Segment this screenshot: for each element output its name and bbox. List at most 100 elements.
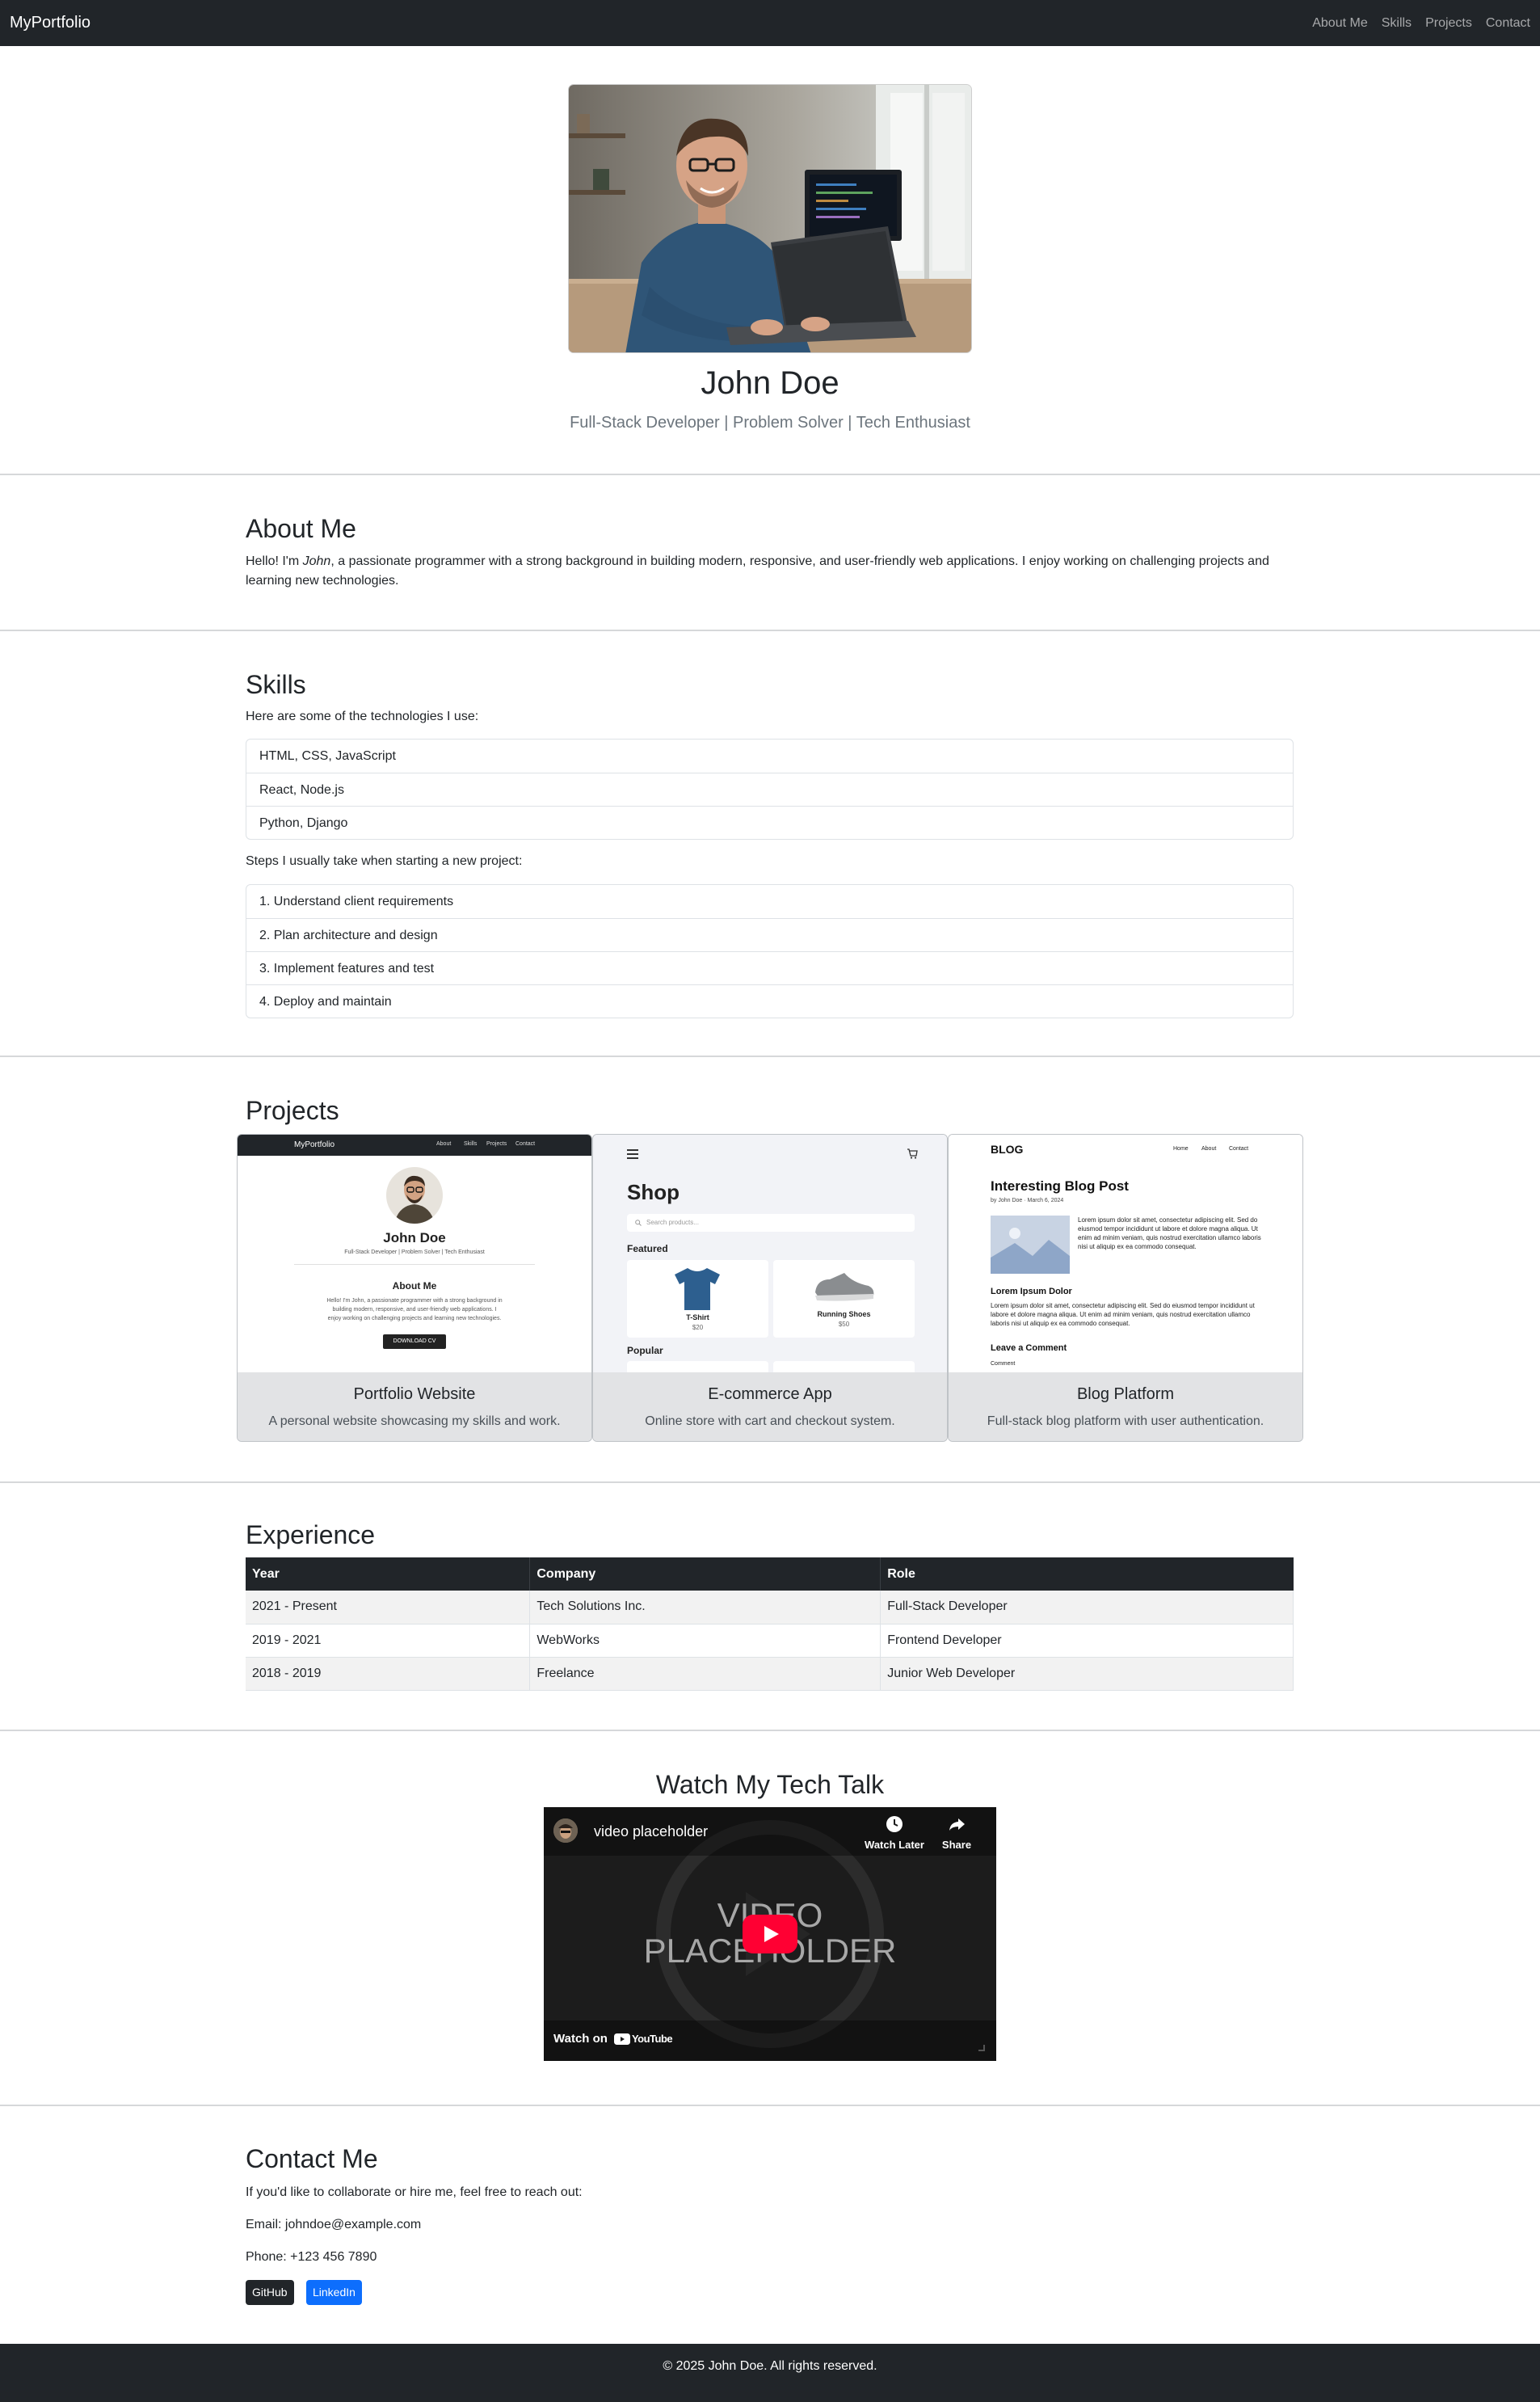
navbar-brand[interactable]: MyPortfolio <box>10 14 90 32</box>
youtube-wordmark: YouTube <box>631 2033 673 2045</box>
card-text: Online store with cart and checkout syst… <box>645 1414 895 1428</box>
preview-lorem: Lorem ipsum dolor sit amet, consectetur … <box>991 1302 1255 1327</box>
section-divider <box>0 1481 1540 1483</box>
preview-image-placeholder <box>991 1216 1070 1274</box>
list-item: React, Node.js <box>246 773 1293 806</box>
preview-featured-label: Featured <box>627 1243 668 1254</box>
card-title: Blog Platform <box>1076 1385 1175 1403</box>
about-text-name: John <box>302 554 331 568</box>
contact-phone: Phone: +123 456 7890 <box>246 2250 377 2264</box>
navbar: MyPortfolio About Me Skills Projects Con… <box>0 0 1540 46</box>
footer: © 2025 John Doe. All rights reserved. <box>0 2344 1540 2402</box>
fullscreen-icon[interactable] <box>969 2035 985 2051</box>
watch-on-label: Watch on <box>553 2032 608 2046</box>
skills-list: HTML, CSS, JavaScript React, Node.js Pyt… <box>246 739 1294 840</box>
about-text-end: , a passionate programmer with a strong … <box>246 554 1269 588</box>
section-divider <box>0 1730 1540 1731</box>
preview-search-placeholder: Search products... <box>646 1219 699 1226</box>
play-button-icon[interactable] <box>743 1915 797 1953</box>
nav-link-projects[interactable]: Projects <box>1425 16 1472 31</box>
preview-line: enjoy working on challenging projects an… <box>327 1316 502 1321</box>
section-divider <box>0 474 1540 475</box>
preview-product-name: Running Shoes <box>817 1310 871 1318</box>
project-card-blog[interactable]: BLOG Home About Contact Interesting Blog… <box>948 1134 1303 1442</box>
video-channel-title[interactable]: video placeholder <box>594 1823 708 1840</box>
tshirt-icon <box>675 1268 720 1310</box>
table-header: Year <box>246 1557 531 1591</box>
preview-download-button: DOWNLOAD CV <box>383 1334 446 1349</box>
shoe-icon <box>815 1273 874 1301</box>
experience-title: Experience <box>246 1520 376 1549</box>
card-text: A personal website showcasing my skills … <box>268 1414 561 1428</box>
preview-subheading: Lorem Ipsum Dolor <box>991 1287 1072 1296</box>
table-cell: WebWorks <box>529 1624 882 1658</box>
profile-photo <box>568 84 972 353</box>
section-divider <box>0 630 1540 631</box>
youtube-logo-icon <box>613 2033 630 2045</box>
preview-product-price: $20 <box>692 1324 704 1331</box>
contact-title: Contact Me <box>246 2144 378 2173</box>
preview-link: About <box>1201 1146 1217 1152</box>
preview-product-card <box>773 1361 915 1372</box>
watch-later-button[interactable]: Watch Later <box>860 1815 928 1851</box>
project-preview-ecommerce: Shop Search products... Featured T-Shirt… <box>593 1135 947 1372</box>
preview-link: Skills <box>464 1141 478 1147</box>
watch-later-label: Watch Later <box>865 1839 924 1851</box>
video-title: Watch My Tech Talk <box>655 1770 885 1799</box>
search-icon <box>635 1220 642 1226</box>
card-title: Portfolio Website <box>353 1385 476 1403</box>
preview-search-field: Search products... <box>627 1214 915 1232</box>
preview-product-card <box>627 1361 768 1372</box>
about-text-start: Hello! I'm <box>246 554 303 568</box>
preview-blog-logo: BLOG <box>991 1143 1024 1156</box>
menu-icon <box>627 1149 638 1159</box>
project-preview-portfolio: MyPortfolio About Skills Projects Contac… <box>238 1135 591 1372</box>
steps-list: 1. Understand client requirements 2. Pla… <box>246 884 1294 1018</box>
preview-shop-title: Shop <box>627 1180 680 1204</box>
preview-link: About <box>436 1141 452 1147</box>
table-cell: 2019 - 2021 <box>246 1624 531 1658</box>
project-card-ecommerce[interactable]: Shop Search products... Featured T-Shirt… <box>592 1134 948 1442</box>
card-text: Full-stack blog platform with user authe… <box>987 1414 1264 1428</box>
list-item: 4. Deploy and maintain <box>246 984 1293 1018</box>
contact-email: Email: johndoe@example.com <box>246 2218 422 2231</box>
nav-links: About Me Skills Projects Contact <box>1312 16 1530 31</box>
table-cell: Junior Web Developer <box>880 1657 1294 1691</box>
preview-comment-heading: Leave a Comment <box>991 1343 1067 1353</box>
preview-line: building modern, responsive, and user-fr… <box>332 1307 497 1313</box>
video-player[interactable]: video placeholder Watch Later Share VIDE… <box>544 1807 996 2061</box>
watch-on-youtube-link[interactable]: Watch on YouTube <box>553 2032 673 2046</box>
preview-line: Hello! I'm John, a passionate programmer… <box>326 1298 503 1304</box>
avatar <box>386 1167 443 1224</box>
preview-tagline: Full-Stack Developer | Problem Solver | … <box>344 1249 485 1255</box>
share-button[interactable]: Share <box>936 1815 977 1851</box>
about-text: Hello! I'm John, a passionate programmer… <box>246 552 1294 591</box>
share-label: Share <box>941 1839 972 1851</box>
preview-post-title: Interesting Blog Post <box>991 1178 1129 1194</box>
preview-link: Projects <box>486 1141 507 1147</box>
table-row: 2018 - 2019 Freelance Junior Web Develop… <box>246 1657 1294 1691</box>
nav-link-contact[interactable]: Contact <box>1486 16 1530 31</box>
linkedin-button[interactable]: LinkedIn <box>306 2280 362 2305</box>
cart-icon <box>907 1148 918 1159</box>
nav-link-skills[interactable]: Skills <box>1382 16 1412 31</box>
preview-divider <box>294 1264 535 1265</box>
steps-intro: Steps I usually take when starting a new… <box>246 854 523 868</box>
preview-name: John Doe <box>383 1230 446 1245</box>
card-title: E-commerce App <box>708 1385 832 1403</box>
preview-link: Home <box>1173 1146 1189 1152</box>
nav-link-about[interactable]: About Me <box>1312 16 1367 31</box>
table-cell: 2021 - Present <box>246 1591 531 1625</box>
preview-product-price: $50 <box>838 1321 850 1328</box>
github-button[interactable]: GitHub <box>246 2280 294 2305</box>
project-preview-blog: BLOG Home About Contact Interesting Blog… <box>949 1135 1302 1372</box>
table-cell: Frontend Developer <box>880 1624 1294 1658</box>
skills-title: Skills <box>246 670 306 699</box>
project-card-portfolio[interactable]: MyPortfolio About Skills Projects Contac… <box>237 1134 592 1442</box>
contact-intro: If you'd like to collaborate or hire me,… <box>246 2185 583 2199</box>
channel-avatar[interactable] <box>553 1818 578 1843</box>
preview-popular-label: Popular <box>627 1345 663 1356</box>
clock-icon <box>886 1816 903 1832</box>
list-item: 3. Implement features and test <box>246 951 1293 984</box>
footer-copyright: © 2025 John Doe. All rights reserved. <box>663 2359 877 2373</box>
